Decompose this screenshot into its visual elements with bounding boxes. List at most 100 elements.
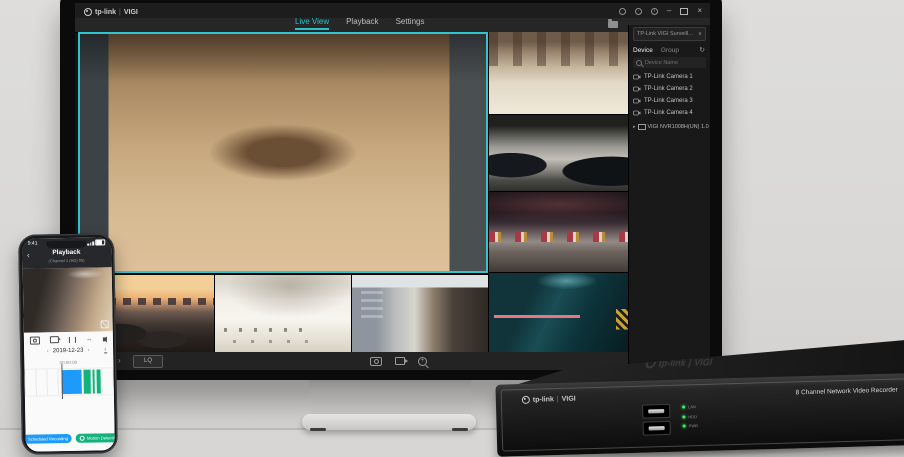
timeline-track[interactable] <box>24 367 113 397</box>
pause-icon[interactable] <box>69 336 76 342</box>
minimize-button[interactable]: – <box>667 7 671 15</box>
tab-live-view[interactable]: Live View <box>295 17 329 30</box>
date-value: 2019-12-23 <box>53 347 84 354</box>
monitor-stand-base <box>302 414 476 430</box>
vms-logo: tp-link | VIGI <box>84 8 138 16</box>
tplink-logo-icon <box>644 358 657 368</box>
usb-port <box>642 404 670 419</box>
tab-playback[interactable]: Playback <box>346 17 378 30</box>
main-nav: Live View Playback Settings <box>295 17 424 30</box>
tab-group[interactable]: Group <box>661 47 679 54</box>
device-sidebar: TP-Link VIGI Surveill… ∨ Device Group ↻ … <box>628 25 710 370</box>
brand-divider: | <box>687 357 692 367</box>
camera-name: TP-Link Camera 3 <box>644 98 693 104</box>
site-dropdown-value: TP-Link VIGI Surveill… <box>637 31 694 37</box>
quality-button[interactable]: LQ <box>133 355 163 368</box>
monitor: tp-link | VIGI Live View Playback Settin… <box>60 0 722 380</box>
fullscreen-icon[interactable] <box>619 8 626 15</box>
product-scene: tp-link | VIGI Live View Playback Settin… <box>0 0 904 457</box>
timeline-segment-scheduled <box>61 369 82 393</box>
live-view-grid <box>78 32 628 352</box>
camera-tile-street[interactable] <box>352 275 488 352</box>
window-controls: · i – × <box>619 7 702 15</box>
folder-icon[interactable] <box>608 21 618 28</box>
camera-tile-main-museum[interactable] <box>78 32 488 273</box>
vms-screen: tp-link | VIGI Live View Playback Settin… <box>75 3 710 370</box>
next-day-icon[interactable]: › <box>87 347 89 353</box>
usb-ports <box>642 404 671 436</box>
led-lan: LAN <box>682 404 697 409</box>
timeline-segment-motion <box>84 369 92 393</box>
nvr-list-item[interactable]: ▸ VIGI NVR1008H(UN) 1.0 0 / 8 <box>633 124 706 130</box>
record-icon[interactable] <box>50 336 59 343</box>
camera-name: TP-Link Camera 2 <box>644 86 693 92</box>
camera-icon <box>633 98 641 104</box>
camera-tile-garage[interactable] <box>489 115 628 191</box>
gear-icon[interactable]: · <box>635 8 642 15</box>
snapshot-icon[interactable] <box>370 357 382 366</box>
camera-name: TP-Link Camera 1 <box>644 74 693 80</box>
search-icon <box>636 60 642 66</box>
nvr-product-text: VIGI <box>562 395 576 402</box>
snapshot-icon[interactable] <box>29 336 39 344</box>
nvr-top-brand: tp-link <box>657 357 687 368</box>
info-icon[interactable]: i <box>651 8 658 15</box>
camera-icon <box>633 86 641 92</box>
battery-icon <box>95 239 105 245</box>
download-icon[interactable]: ↓ <box>104 346 107 353</box>
legend-dot-icon <box>80 435 85 440</box>
sound-icon[interactable] <box>102 336 106 342</box>
camera-list-item[interactable]: TP-Link Camera 2 <box>633 84 706 94</box>
camera-list-item[interactable]: TP-Link Camera 1 <box>633 72 706 82</box>
speed-icon[interactable]: ↔ <box>86 336 92 342</box>
camera-list-item[interactable]: TP-Link Camera 4 <box>633 108 706 118</box>
prev-day-icon[interactable]: ‹ <box>47 348 49 354</box>
camera-list-item[interactable]: TP-Link Camera 3 <box>633 96 706 106</box>
timeline-segment-motion <box>93 369 95 393</box>
legend-dot-icon <box>22 436 26 441</box>
camera-tile-white-museum[interactable] <box>215 275 351 352</box>
refresh-icon[interactable]: ↻ <box>699 47 705 54</box>
vms-titlebar: tp-link | VIGI Live View Playback Settin… <box>75 3 710 33</box>
fullscreen-icon[interactable] <box>100 320 108 328</box>
device-search-input[interactable]: Device Name <box>633 57 706 68</box>
close-button[interactable]: × <box>697 7 702 15</box>
playback-title: Playback <box>22 248 111 257</box>
nvr-brand-text: tp-link <box>533 396 554 404</box>
nvr-top-product: VIGI <box>693 357 714 368</box>
tplink-logo-icon <box>522 396 530 404</box>
sidebar-tabs: Device Group ↻ <box>633 43 706 57</box>
brand-name: tp-link <box>95 9 116 16</box>
playback-panel: ↔ ‹ 2019-12-23› ↓ 00:00:00 <box>23 331 114 452</box>
signal-icon <box>90 242 92 245</box>
camera-name: TP-Link Camera 4 <box>644 110 693 116</box>
smartphone: 9:41 ‹ Playback (Channel 1 (HD) 05) <box>18 233 118 455</box>
restore-button[interactable] <box>680 8 688 15</box>
phone-screen: 9:41 ‹ Playback (Channel 1 (HD) 05) <box>22 237 115 452</box>
camera-tile-hall[interactable] <box>489 32 628 114</box>
camera-icon <box>633 74 641 80</box>
site-dropdown[interactable]: TP-Link VIGI Surveill… ∨ <box>633 27 706 41</box>
digital-zoom-icon[interactable]: + <box>418 357 427 366</box>
record-icon[interactable] <box>395 357 405 365</box>
signal-icon <box>87 243 89 245</box>
tab-device[interactable]: Device <box>633 47 653 54</box>
brand-divider: | <box>119 9 121 16</box>
timeline[interactable]: 00:00:00 <box>24 359 114 407</box>
tplink-logo-icon <box>84 8 92 16</box>
phone-notch <box>46 241 86 249</box>
playback-video[interactable] <box>22 267 112 333</box>
nvr-front-panel: tp-link | VIGI 8 Channel Network Video R… <box>495 373 904 457</box>
tab-settings[interactable]: Settings <box>396 17 425 30</box>
camera-tile-parking-entrance[interactable] <box>489 273 628 352</box>
legend-motion-detection: Motion Detection <box>76 433 114 443</box>
legend-scheduled-recording: Scheduled Recording <box>22 433 72 443</box>
nvr-top-logo: tp-link | VIGI <box>644 357 713 369</box>
expand-arrow-icon[interactable]: ▸ <box>633 124 636 130</box>
camera-list: TP-Link Camera 1 TP-Link Camera 2 TP-Lin… <box>633 72 706 118</box>
status-time: 9:41 <box>28 240 38 246</box>
nvr-device: tp-link | VIGI tp-link | VIGI 8 Channel … <box>494 339 904 457</box>
collapse-chevron-icon[interactable]: › <box>118 357 121 365</box>
camera-tile-parking-toll[interactable] <box>489 192 628 272</box>
brand-divider: | <box>557 395 559 402</box>
